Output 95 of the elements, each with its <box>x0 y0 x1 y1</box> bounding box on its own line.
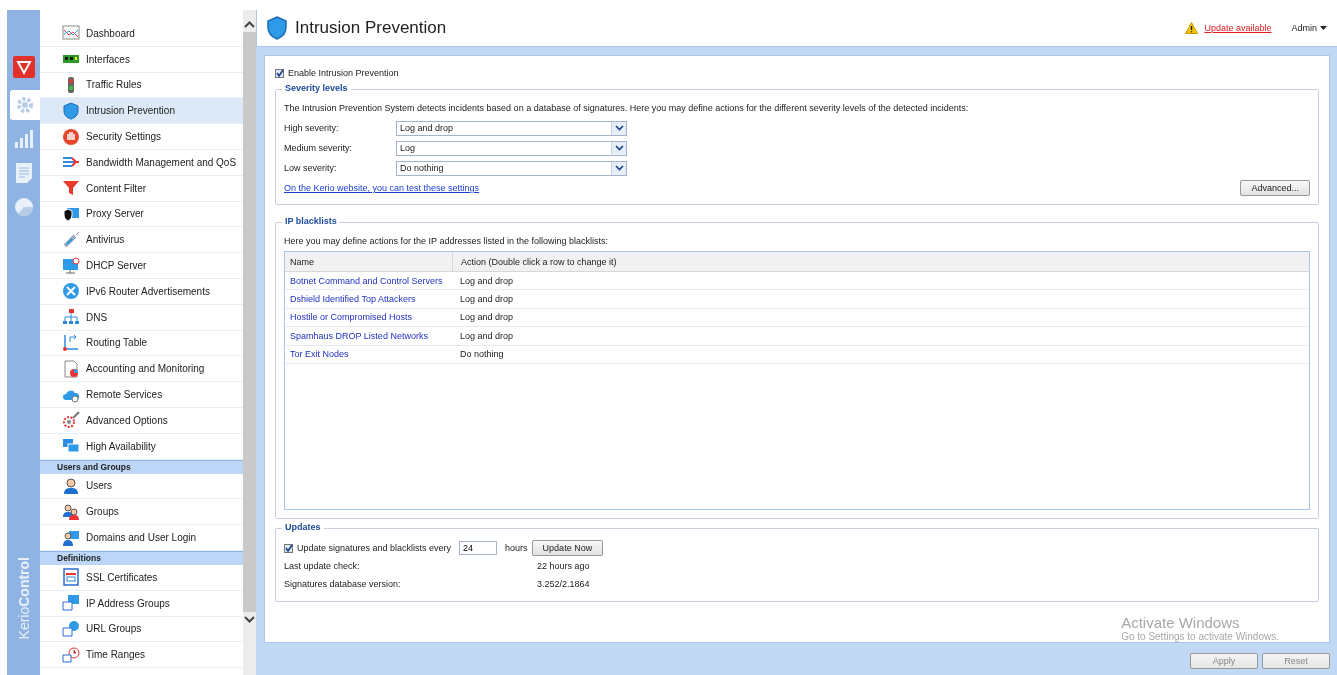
hours-input[interactable]: 24 <box>459 541 498 555</box>
pie-chart-icon <box>12 196 35 218</box>
check-icon <box>275 69 284 77</box>
warning-icon <box>1185 22 1199 34</box>
group-title: Updates <box>282 522 324 532</box>
nav-item[interactable]: Intrusion Prevention <box>40 98 243 125</box>
user-icon <box>62 476 80 495</box>
nav-item[interactable]: Antivirus <box>40 227 243 254</box>
bar-chart-icon <box>12 128 35 150</box>
field-value: 3.252/2.1864 <box>537 579 590 589</box>
column-header[interactable]: Name <box>285 252 453 271</box>
nav-item[interactable]: Accounting and Monitoring <box>40 356 243 383</box>
user-menu[interactable]: Admin <box>1291 23 1327 33</box>
scroll-down-icon <box>244 616 255 623</box>
checkbox[interactable] <box>275 68 284 78</box>
test-settings-link[interactable]: On the Kerio website, you can test these settings <box>284 183 480 193</box>
column-header[interactable]: Action (Double click a row to change it) <box>453 256 1309 267</box>
dropdown[interactable]: Do nothing <box>396 160 627 176</box>
table-cell-text: Log and drop <box>459 275 515 286</box>
nav-item[interactable]: Advanced Options <box>40 407 243 434</box>
description-text: Here you may define actions for the IP addresses listed in the following blacklists: <box>284 236 609 246</box>
table-cell-text: Botnet Command and Control Servers <box>289 275 444 286</box>
clock-folder-icon <box>62 645 80 664</box>
users-icon <box>62 502 80 521</box>
field-value: 22 hours ago <box>537 561 590 571</box>
chevron-down-icon <box>614 165 624 171</box>
checkbox[interactable] <box>284 543 293 553</box>
tree-icon <box>62 308 80 327</box>
chevron-down-icon <box>614 145 624 151</box>
checkbox-label: Update signatures and blacklists every <box>297 543 452 553</box>
syringe-icon <box>62 230 80 249</box>
shield-logo-icon <box>13 56 35 78</box>
field-label: Medium severity: <box>284 143 354 153</box>
brand-name: KerioControl <box>15 556 32 639</box>
rail-tab[interactable] <box>10 90 40 120</box>
shield-icon <box>267 16 287 40</box>
table-cell-text: Log and drop <box>459 294 515 305</box>
monitor-folder-icon <box>62 594 80 613</box>
shield-icon <box>62 101 80 120</box>
nav-item[interactable]: Proxy Server <box>40 201 243 228</box>
activation-notice-text: Go to Settings to activate Windows. <box>1121 631 1279 642</box>
nav-item[interactable]: Remote Services <box>40 382 243 408</box>
nav-item[interactable]: Interfaces <box>40 46 243 73</box>
unit-label: hours <box>505 543 528 553</box>
nav-item[interactable]: SSL Certificates <box>40 564 243 591</box>
funnel-icon <box>62 179 80 198</box>
nav-item[interactable]: High Availability <box>40 433 243 460</box>
group-title: Severity levels <box>282 83 351 93</box>
nav-item[interactable]: Routing Table <box>40 330 243 357</box>
chevron-down-icon <box>614 125 624 131</box>
checkbox-label: Enable Intrusion Prevention <box>288 68 399 78</box>
field-label: Signatures database version: <box>284 579 402 589</box>
table-cell-text: Hostile or Compromised Hosts <box>289 312 414 323</box>
certificate-icon <box>62 568 80 587</box>
table-cell-text: Tor Exit Nodes <box>289 349 350 360</box>
table-cell-text: Do nothing <box>459 349 505 360</box>
gear-icon <box>14 94 36 116</box>
user-monitor-icon <box>62 528 80 547</box>
nav-item[interactable]: IPv6 Router Advertisements <box>40 278 243 305</box>
activation-notice-title: Activate Windows <box>1121 614 1241 631</box>
nav-item[interactable]: Content Filter <box>40 175 243 202</box>
nav-item[interactable]: Groups <box>40 499 243 526</box>
advanced-button[interactable]: Advanced... <box>1240 180 1310 196</box>
nav-item[interactable]: IP Address Groups <box>40 590 243 617</box>
field-label: Last update check: <box>284 561 361 571</box>
field-label: High severity: <box>284 123 340 133</box>
dropdown[interactable]: Log <box>396 140 627 156</box>
nav-item[interactable]: Bandwidth Management and QoS <box>40 150 243 176</box>
field-label: Low severity: <box>284 163 338 173</box>
description-text: The Intrusion Prevention System detects incidents based on a database of signatures. Here you may define actions for the different severity levels of the detected incidents: <box>284 103 970 113</box>
caret-icon <box>1320 26 1327 30</box>
nav-item[interactable]: Domains and User Login <box>40 525 243 551</box>
monitor-icon <box>62 256 80 275</box>
table-cell-text: Spamhaus DROP Listed Networks <box>289 330 429 341</box>
nav-item[interactable]: Users <box>40 473 243 500</box>
nav-item[interactable]: DNS <box>40 304 243 331</box>
table-cell-text: Dshield Identified Top Attackers <box>289 294 417 305</box>
route-icon <box>62 333 80 352</box>
nav-item[interactable]: Time Ranges <box>40 642 243 669</box>
globe-folder-icon <box>62 619 80 638</box>
chart-icon <box>62 24 80 43</box>
nav-item[interactable]: URL Groups <box>40 616 243 643</box>
table-cell-text: Log and drop <box>459 312 515 323</box>
check-icon <box>284 544 293 552</box>
report-icon <box>62 359 80 378</box>
table-cell-text: Log and drop <box>459 330 515 341</box>
nav-item[interactable]: DHCP Server <box>40 253 243 279</box>
nav-item[interactable]: Security Settings <box>40 124 243 150</box>
nav-item[interactable]: Dashboard <box>40 21 243 47</box>
scroll-up-icon <box>244 21 255 28</box>
update-link[interactable]: Update available <box>1204 23 1272 33</box>
group-title: IP blacklists <box>282 216 340 226</box>
update-now-button[interactable]: Update Now <box>531 540 604 556</box>
page-title: Intrusion Prevention <box>295 18 447 38</box>
dropdown[interactable]: Log and drop <box>396 120 627 136</box>
